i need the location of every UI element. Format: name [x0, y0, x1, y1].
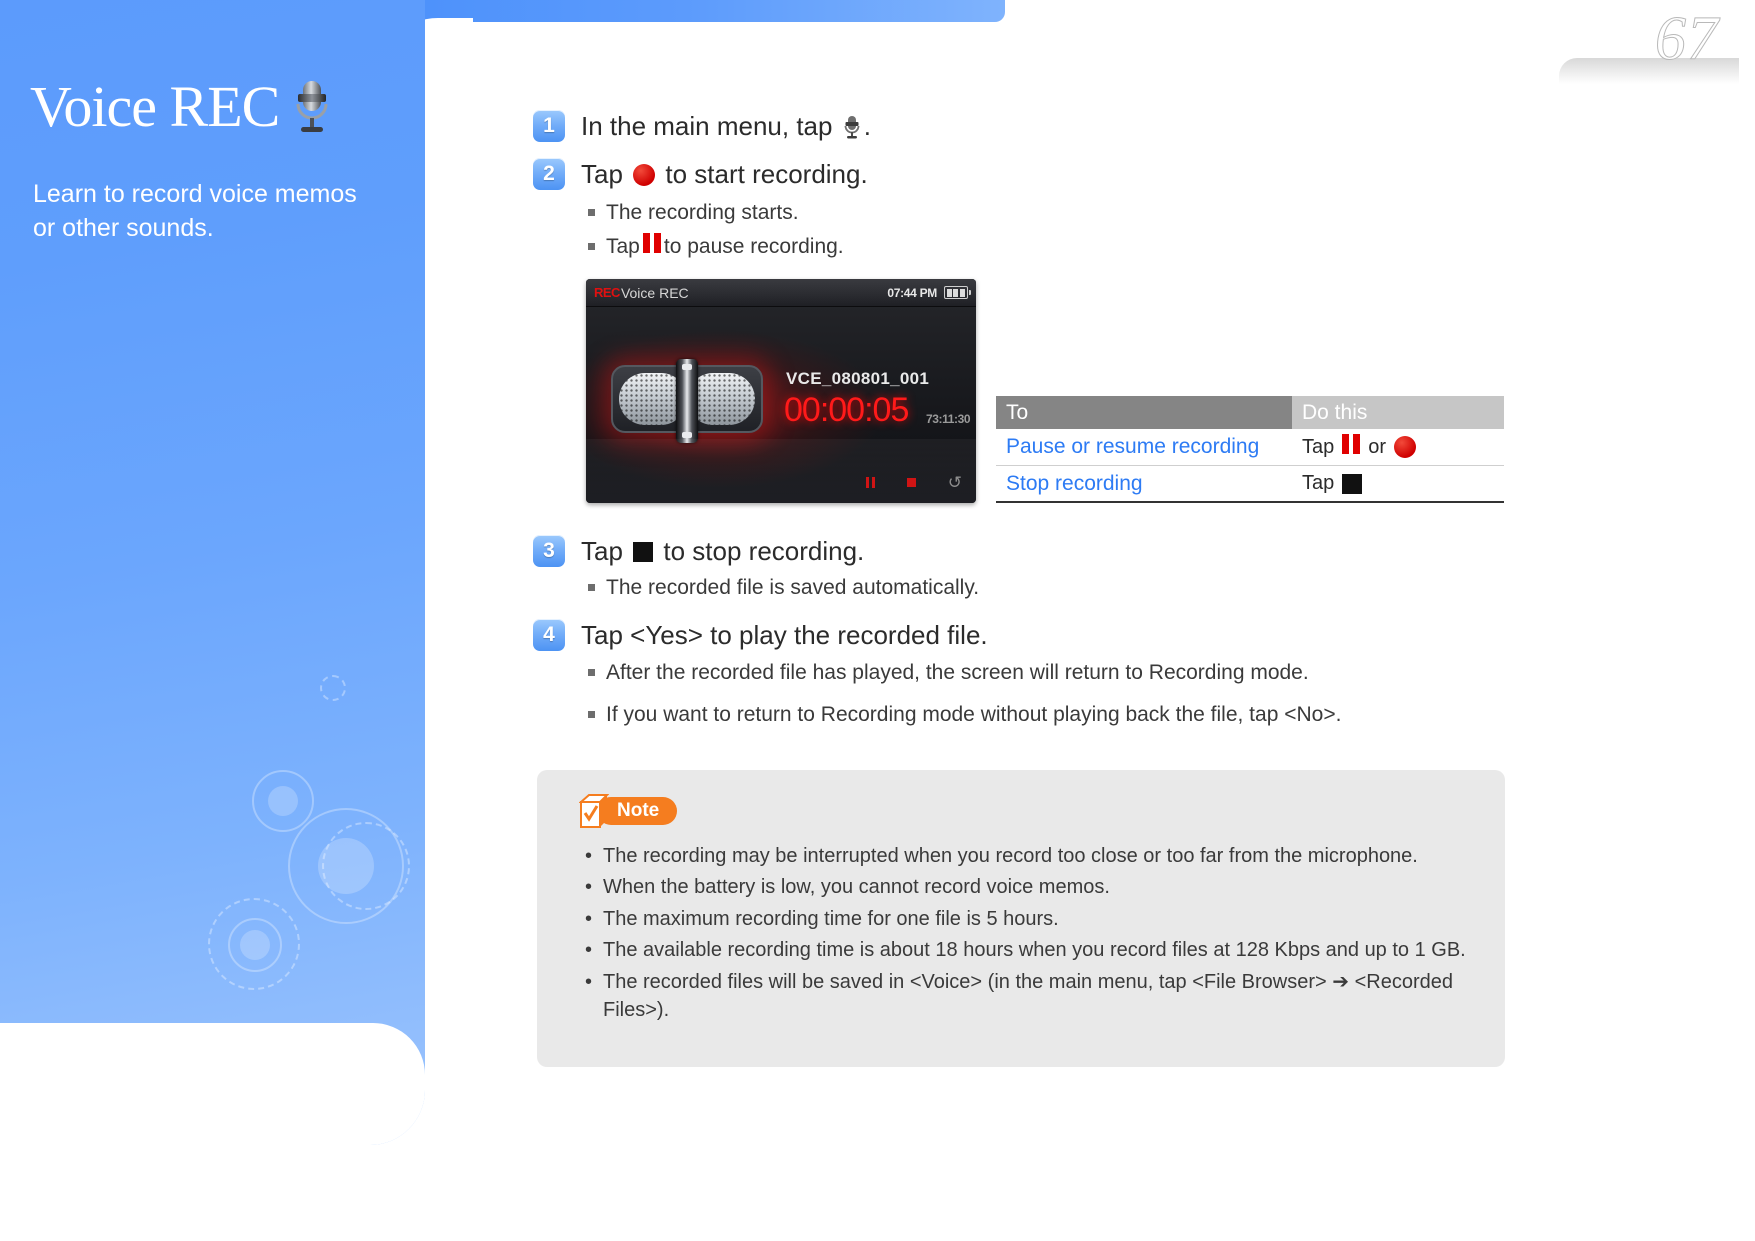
table-cell-dothis: Tap	[1292, 472, 1504, 495]
device-rec-label: REC	[594, 285, 620, 300]
table-header-dothis: Do this	[1292, 396, 1504, 429]
device-app-title: Voice REC	[620, 284, 689, 301]
bullet-icon: •	[585, 970, 593, 993]
device-screenshot: REC Voice REC 07:44 PM VCE_080801_001 00…	[586, 279, 976, 503]
step-1-text-after: .	[863, 111, 871, 141]
back-icon[interactable]: ↺	[948, 474, 962, 491]
manual-page: 67 Voice REC Learn to record voice memos…	[0, 0, 1755, 1241]
main-content: 1 In the main menu, tap . 2 Tap to start…	[0, 0, 1755, 1241]
step-2-text-after: to start recording.	[665, 159, 868, 189]
step-2-sub-2-before: Tap	[606, 235, 640, 259]
microphone-icon	[842, 115, 862, 148]
table-cell-do-mid: or	[1368, 435, 1387, 458]
table-cell-to: Pause or resume recording	[1006, 435, 1260, 458]
note-checkbox-icon	[578, 794, 610, 828]
note-label: Note	[597, 797, 678, 825]
list-item: The recording starts.	[588, 198, 844, 228]
microphone-band	[676, 359, 698, 443]
step-4-sub-1: After the recorded file has played, the …	[606, 661, 1309, 684]
step-2-text: Tap to start recording.	[581, 158, 868, 191]
note-item-2: When the battery is low, you cannot reco…	[603, 876, 1110, 899]
step-3-sub-1: The recorded file is saved automatically…	[606, 576, 980, 599]
step-4-sub-2: If you want to return to Recording mode …	[606, 703, 1342, 727]
device-control-bar: ↺	[865, 474, 962, 491]
bullet-icon	[588, 669, 595, 676]
table-cell-to: Stop recording	[1006, 471, 1143, 495]
list-item: • The available recording time is about …	[585, 936, 1475, 964]
device-microphone-graphic	[611, 359, 763, 443]
device-reflection	[586, 439, 976, 503]
note-badge: Note	[578, 794, 678, 828]
battery-icon	[944, 286, 971, 299]
stop-icon[interactable]	[906, 478, 916, 487]
step-2-sub-2-after: to pause recording.	[663, 235, 844, 259]
step-4-text: Tap <Yes> to play the recorded file.	[581, 620, 988, 650]
pause-button-icon	[642, 232, 661, 262]
step-3-sublist: The recorded file is saved automatically…	[588, 573, 979, 607]
pause-icon[interactable]	[865, 477, 875, 488]
note-item-5: The recorded files will be saved in <Voi…	[603, 970, 1453, 1021]
step-3: 3 Tap to stop recording.	[533, 535, 864, 568]
table-row: Stop recording Tap	[996, 466, 1504, 503]
step-1-number: 1	[533, 110, 565, 142]
table-header-row: To Do this	[996, 396, 1504, 429]
step-2: 2 Tap to start recording.	[533, 158, 868, 191]
note-item-3: The maximum recording time for one file …	[603, 907, 1059, 930]
shortcut-table: To Do this Pause or resume recording Tap…	[996, 396, 1504, 503]
step-3-text-after: to stop recording.	[663, 536, 865, 566]
note-item-4: The available recording time is about 18…	[603, 939, 1466, 962]
list-item: Tap to pause recording.	[588, 232, 844, 262]
bullet-icon	[588, 243, 595, 251]
bullet-icon: •	[585, 876, 593, 899]
stop-button-icon	[633, 542, 654, 562]
step-2-sublist: The recording starts. Tap to pause recor…	[588, 198, 844, 267]
step-2-number: 2	[533, 158, 565, 190]
bullet-icon: •	[585, 845, 593, 867]
step-3-text: Tap to stop recording.	[581, 535, 864, 568]
list-item: The recorded file is saved automatically…	[588, 573, 979, 603]
pause-button-icon	[1342, 434, 1361, 460]
list-item: • When the battery is low, you cannot re…	[585, 873, 1475, 901]
note-list: • The recording may be interrupted when …	[585, 842, 1475, 1027]
list-item: After the recorded file has played, the …	[588, 658, 1341, 688]
stop-button-icon	[1342, 473, 1363, 494]
list-item: • The recording may be interrupted when …	[585, 842, 1475, 870]
step-4: 4 Tap <Yes> to play the recorded file.	[533, 619, 988, 652]
step-2-text-before: Tap	[581, 159, 623, 189]
step-1: 1 In the main menu, tap .	[533, 110, 871, 148]
step-3-number: 3	[533, 535, 565, 567]
table-cell-do-prefix: Tap	[1302, 435, 1335, 458]
bullet-icon: •	[585, 907, 593, 930]
bullet-icon	[588, 711, 595, 719]
list-item: • The recorded files will be saved in <V…	[585, 968, 1475, 1025]
step-4-sublist: After the recorded file has played, the …	[588, 658, 1341, 735]
note-box: Note • The recording may be interrupted …	[537, 770, 1505, 1067]
table-cell-do-prefix: Tap	[1302, 472, 1335, 494]
table-row: Pause or resume recording Tap or	[996, 429, 1504, 466]
note-item-1: The recording may be interrupted when yo…	[603, 845, 1418, 867]
device-elapsed-counter: 00:00:05	[784, 391, 909, 429]
list-item: If you want to return to Recording mode …	[588, 700, 1341, 730]
step-4-number: 4	[533, 619, 565, 651]
step-1-text: In the main menu, tap .	[581, 110, 871, 148]
record-button-icon	[1394, 436, 1417, 458]
device-status-bar: REC Voice REC 07:44 PM	[586, 279, 976, 307]
device-remaining-time: 73:11:30	[926, 412, 971, 426]
device-clock: 07:44 PM	[887, 285, 937, 300]
step-3-text-before: Tap	[581, 536, 623, 566]
list-item: • The maximum recording time for one fil…	[585, 905, 1475, 933]
record-button-icon	[633, 164, 656, 186]
bullet-icon: •	[585, 939, 593, 962]
table-cell-dothis: Tap or	[1292, 434, 1504, 460]
step-1-text-before: In the main menu, tap	[581, 111, 833, 141]
device-filename: VCE_080801_001	[786, 369, 930, 388]
table-header-to: To	[996, 396, 1292, 429]
step-2-sub-1: The recording starts.	[606, 201, 799, 224]
bullet-icon	[588, 209, 595, 216]
bullet-icon	[588, 584, 595, 591]
